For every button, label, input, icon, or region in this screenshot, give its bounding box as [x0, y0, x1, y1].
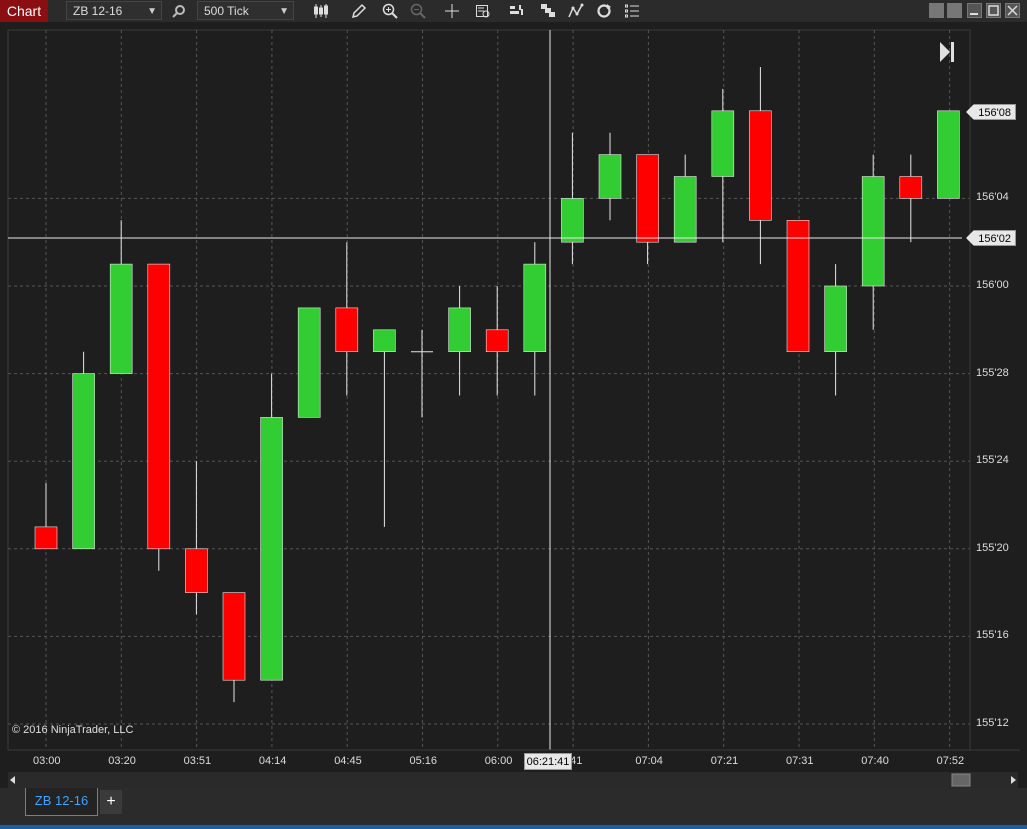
- data-box-icon[interactable]: [472, 0, 494, 22]
- price-tick-label: 156'00: [976, 279, 1009, 291]
- time-tick-label: 03:00: [33, 755, 61, 767]
- interval-value: 500 Tick: [204, 4, 249, 18]
- chart-panel[interactable]: 156'04 156'00 155'28 155'24 155'20 155'16 155'…: [0, 22, 1027, 772]
- last-price-marker: 156'08: [966, 104, 1016, 120]
- crosshair-time-marker: 06:21:41: [524, 753, 572, 770]
- candle-body-up: [448, 307, 471, 352]
- candle-body-down: [485, 329, 509, 352]
- candle-body-down: [749, 110, 772, 221]
- strategies-icon[interactable]: [537, 0, 559, 22]
- candle-body-up: [824, 285, 847, 352]
- scroll-right-icon[interactable]: [1011, 776, 1016, 784]
- zoom-in-icon[interactable]: [379, 0, 401, 22]
- chevron-down-icon: ▼: [279, 6, 289, 17]
- window-title: Chart: [0, 0, 48, 22]
- price-tick-label: 155'16: [976, 629, 1009, 642]
- candle-body-down: [786, 220, 810, 352]
- status-strip: [0, 825, 1027, 829]
- candle-body-up: [523, 263, 547, 353]
- price-tick-label: 155'20: [976, 541, 1009, 554]
- pencil-draw-icon[interactable]: [348, 0, 370, 22]
- time-tick-label: 07:04: [635, 755, 663, 767]
- candle-body-up: [373, 329, 396, 352]
- candle-body-up: [673, 176, 697, 243]
- candle-body-up: [861, 176, 885, 287]
- crosshair-icon[interactable]: [441, 0, 463, 22]
- instrument-tab-bar: ZB 12-16 +: [0, 788, 1027, 829]
- time-tick-label: 07:21: [710, 755, 739, 767]
- time-tick-label: 04:45: [334, 755, 362, 767]
- time-tick-label: 07:40: [861, 755, 889, 767]
- maximize-button[interactable]: [986, 3, 1001, 18]
- scrollbar-thumb[interactable]: [951, 773, 971, 787]
- window-option-button[interactable]: [929, 3, 944, 18]
- price-tick-label: 156'04: [976, 191, 1009, 204]
- time-tick-label: 04:14: [258, 755, 287, 767]
- time-tick-label: 03:51: [183, 755, 212, 767]
- time-tick-label: 07:52: [936, 755, 965, 767]
- candle-body-down: [34, 526, 58, 550]
- window-option-button[interactable]: [947, 3, 962, 18]
- candle-body-up: [297, 307, 321, 418]
- candle-body-up: [72, 373, 95, 550]
- price-tick-label: 155'24: [976, 454, 1009, 467]
- time-tick-label: 06:00: [484, 755, 513, 767]
- candle-body-down: [899, 176, 923, 199]
- chart-toolbar: Chart ZB 12-16 ▼ 500 Tick ▼: [0, 0, 1027, 22]
- candle-body-up: [109, 263, 133, 374]
- candle-body-up: [260, 417, 283, 681]
- chevron-down-icon: ▼: [147, 6, 157, 17]
- maximize-icon: [988, 5, 999, 16]
- candle-body-up: [711, 110, 735, 177]
- search-icon[interactable]: [168, 0, 190, 22]
- refresh-icon[interactable]: [593, 0, 615, 22]
- price-tick-label: 155'28: [976, 366, 1009, 379]
- candle-body-up: [561, 198, 584, 243]
- close-button[interactable]: [1005, 3, 1020, 18]
- zoom-out-icon[interactable]: [407, 0, 429, 22]
- drawing-tools-icon[interactable]: [565, 0, 587, 22]
- instrument-selector[interactable]: ZB 12-16 ▼: [66, 1, 162, 20]
- minimize-icon: [970, 13, 978, 15]
- candle-body-up: [937, 110, 960, 199]
- copyright-notice: © 2016 NinjaTrader, LLC: [12, 724, 134, 736]
- instrument-value: ZB 12-16: [73, 4, 123, 18]
- price-tick-label: 155'12: [976, 717, 1009, 729]
- close-icon: [1007, 5, 1018, 16]
- candle-body-down: [147, 263, 171, 550]
- candle-body-down: [335, 307, 359, 352]
- candle-body-down: [636, 154, 659, 243]
- price-chart[interactable]: [0, 22, 1027, 772]
- candle-body-down: [185, 548, 208, 593]
- time-tick-label: 07:31: [786, 755, 814, 767]
- horizontal-scrollbar[interactable]: [8, 772, 1018, 788]
- crosshair-price-marker: 156'02: [966, 230, 1016, 246]
- time-tick-label: 05:16: [409, 755, 438, 767]
- candle-body-down: [222, 592, 246, 681]
- add-tab-button[interactable]: +: [100, 790, 122, 814]
- bars-type-icon[interactable]: [310, 0, 332, 22]
- interval-selector[interactable]: 500 Tick ▼: [197, 1, 294, 20]
- minimize-button[interactable]: [967, 3, 982, 18]
- candle-body-up: [598, 154, 622, 199]
- indicators-icon[interactable]: [506, 0, 528, 22]
- properties-icon[interactable]: [621, 0, 643, 22]
- time-tick-label: 03:20: [108, 755, 136, 767]
- tab-zb-12-16[interactable]: ZB 12-16: [25, 788, 98, 816]
- scroll-left-icon[interactable]: [10, 776, 15, 784]
